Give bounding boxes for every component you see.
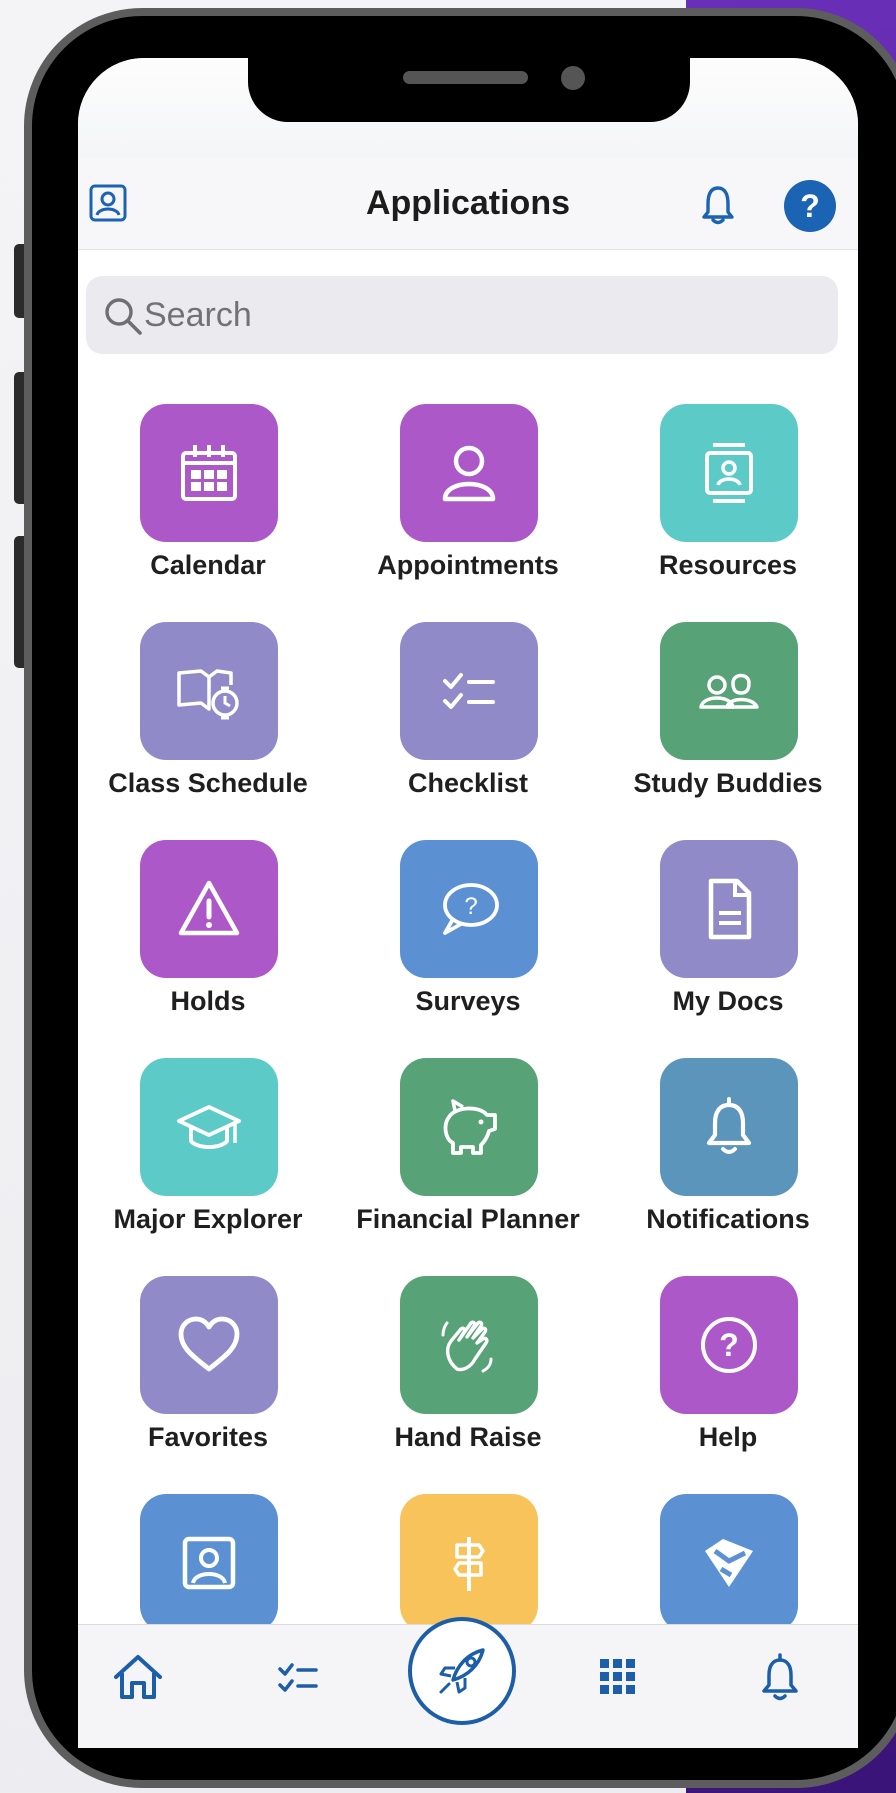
top-header: Applications ? — [78, 158, 858, 250]
app-label: Hand Raise — [394, 1422, 542, 1452]
warning-triangle-icon — [178, 880, 240, 936]
app-label: Financial Planner — [356, 1204, 580, 1234]
bell-icon — [706, 1097, 752, 1154]
app-resources[interactable]: Resources — [598, 404, 858, 622]
search-icon — [105, 298, 142, 335]
app-tile[interactable] — [660, 840, 798, 978]
app-tile[interactable] — [660, 404, 798, 542]
app-label: Surveys — [415, 986, 521, 1016]
app-holds[interactable]: Holds — [78, 840, 338, 1058]
app-label: My Docs — [672, 986, 784, 1016]
checklist-icon — [278, 1663, 318, 1692]
signpost-icon — [453, 1537, 485, 1591]
app-label: Resources — [658, 550, 798, 580]
app-tile[interactable] — [140, 1276, 278, 1414]
app-tile[interactable] — [400, 622, 538, 760]
piggy-bank-icon — [443, 1099, 497, 1155]
app-label: Holds — [170, 986, 246, 1016]
front-camera — [561, 66, 585, 90]
app-tile[interactable] — [140, 622, 278, 760]
tab-checklist[interactable] — [268, 1647, 328, 1707]
help-button[interactable]: ? — [784, 180, 836, 232]
app-label: Help — [698, 1422, 758, 1452]
grid-icon — [600, 1659, 635, 1694]
checklist-icon — [443, 673, 495, 709]
book-clock-icon — [177, 669, 239, 720]
speech-question-icon: ? — [443, 883, 499, 935]
profile-frame-icon — [182, 1536, 236, 1590]
person-icon — [442, 445, 496, 502]
app-major-explorer[interactable]: Major Explorer — [78, 1058, 338, 1276]
bell-icon[interactable] — [696, 182, 740, 226]
app-calendar[interactable]: Calendar — [78, 404, 338, 622]
page-title: Applications — [365, 184, 571, 222]
app-checklist[interactable]: Checklist — [338, 622, 598, 840]
app-study-buddies[interactable]: Study Buddies — [598, 622, 858, 840]
app-label: Calendar — [150, 550, 266, 580]
search-bar[interactable] — [86, 276, 838, 354]
rocket-icon — [439, 1648, 485, 1694]
app-tile[interactable] — [140, 404, 278, 542]
document-icon — [708, 878, 752, 940]
app-favorites[interactable]: Favorites — [78, 1276, 338, 1494]
app-tile[interactable]: ? — [660, 1276, 798, 1414]
app-tile[interactable] — [140, 840, 278, 978]
heart-icon — [178, 1316, 240, 1372]
home-icon — [114, 1655, 162, 1699]
bottom-tab-bar — [78, 1617, 858, 1748]
app-tile[interactable] — [140, 1494, 278, 1632]
resource-card-icon — [705, 443, 753, 503]
svg-text:?: ? — [719, 1327, 739, 1363]
app-tile[interactable]: ? — [400, 840, 538, 978]
app-tile[interactable] — [660, 1058, 798, 1196]
raised-hand-icon — [441, 1320, 493, 1373]
app-tile[interactable] — [400, 1058, 538, 1196]
bell-icon — [762, 1653, 798, 1701]
tab-notifications[interactable] — [750, 1647, 810, 1707]
app-label: Checklist — [407, 768, 529, 798]
tab-apps[interactable] — [588, 1647, 648, 1707]
app-notifications[interactable]: Notifications — [598, 1058, 858, 1276]
buddies-icon — [699, 673, 759, 709]
app-help[interactable]: ? Help — [598, 1276, 858, 1494]
app-label: Major Explorer — [113, 1204, 303, 1234]
app-financial-planner[interactable]: Financial Planner — [338, 1058, 598, 1276]
app-label: Favorites — [147, 1422, 269, 1452]
app-hand-raise[interactable]: Hand Raise — [338, 1276, 598, 1494]
app-tile[interactable] — [400, 404, 538, 542]
app-tile[interactable] — [660, 622, 798, 760]
app-class-schedule[interactable]: Class Schedule — [78, 622, 338, 840]
svg-text:?: ? — [464, 893, 477, 920]
app-label: Class Schedule — [108, 768, 308, 798]
app-screen: Applications ? Search Calendar Appointme… — [78, 58, 858, 1748]
app-surveys[interactable]: ? Surveys — [338, 840, 598, 1058]
tab-launch[interactable] — [408, 1617, 516, 1725]
speaker-grille — [403, 71, 528, 84]
app-label: Study Buddies — [633, 768, 823, 798]
app-tile[interactable] — [140, 1058, 278, 1196]
shield-logo-icon — [705, 1539, 753, 1587]
app-appointments[interactable]: Appointments — [338, 404, 598, 622]
help-circle-icon: ? — [701, 1317, 757, 1373]
app-tile[interactable] — [400, 1276, 538, 1414]
phone-notch — [248, 52, 690, 122]
app-label: Appointments — [377, 550, 559, 580]
app-label: Notifications — [646, 1204, 810, 1234]
graduation-cap-icon — [177, 1105, 241, 1149]
calendar-icon — [181, 445, 237, 501]
search-input[interactable] — [144, 276, 824, 354]
app-tile[interactable] — [400, 1494, 538, 1632]
app-my-docs[interactable]: My Docs — [598, 840, 858, 1058]
app-tile[interactable] — [660, 1494, 798, 1632]
tab-home[interactable] — [108, 1647, 168, 1707]
